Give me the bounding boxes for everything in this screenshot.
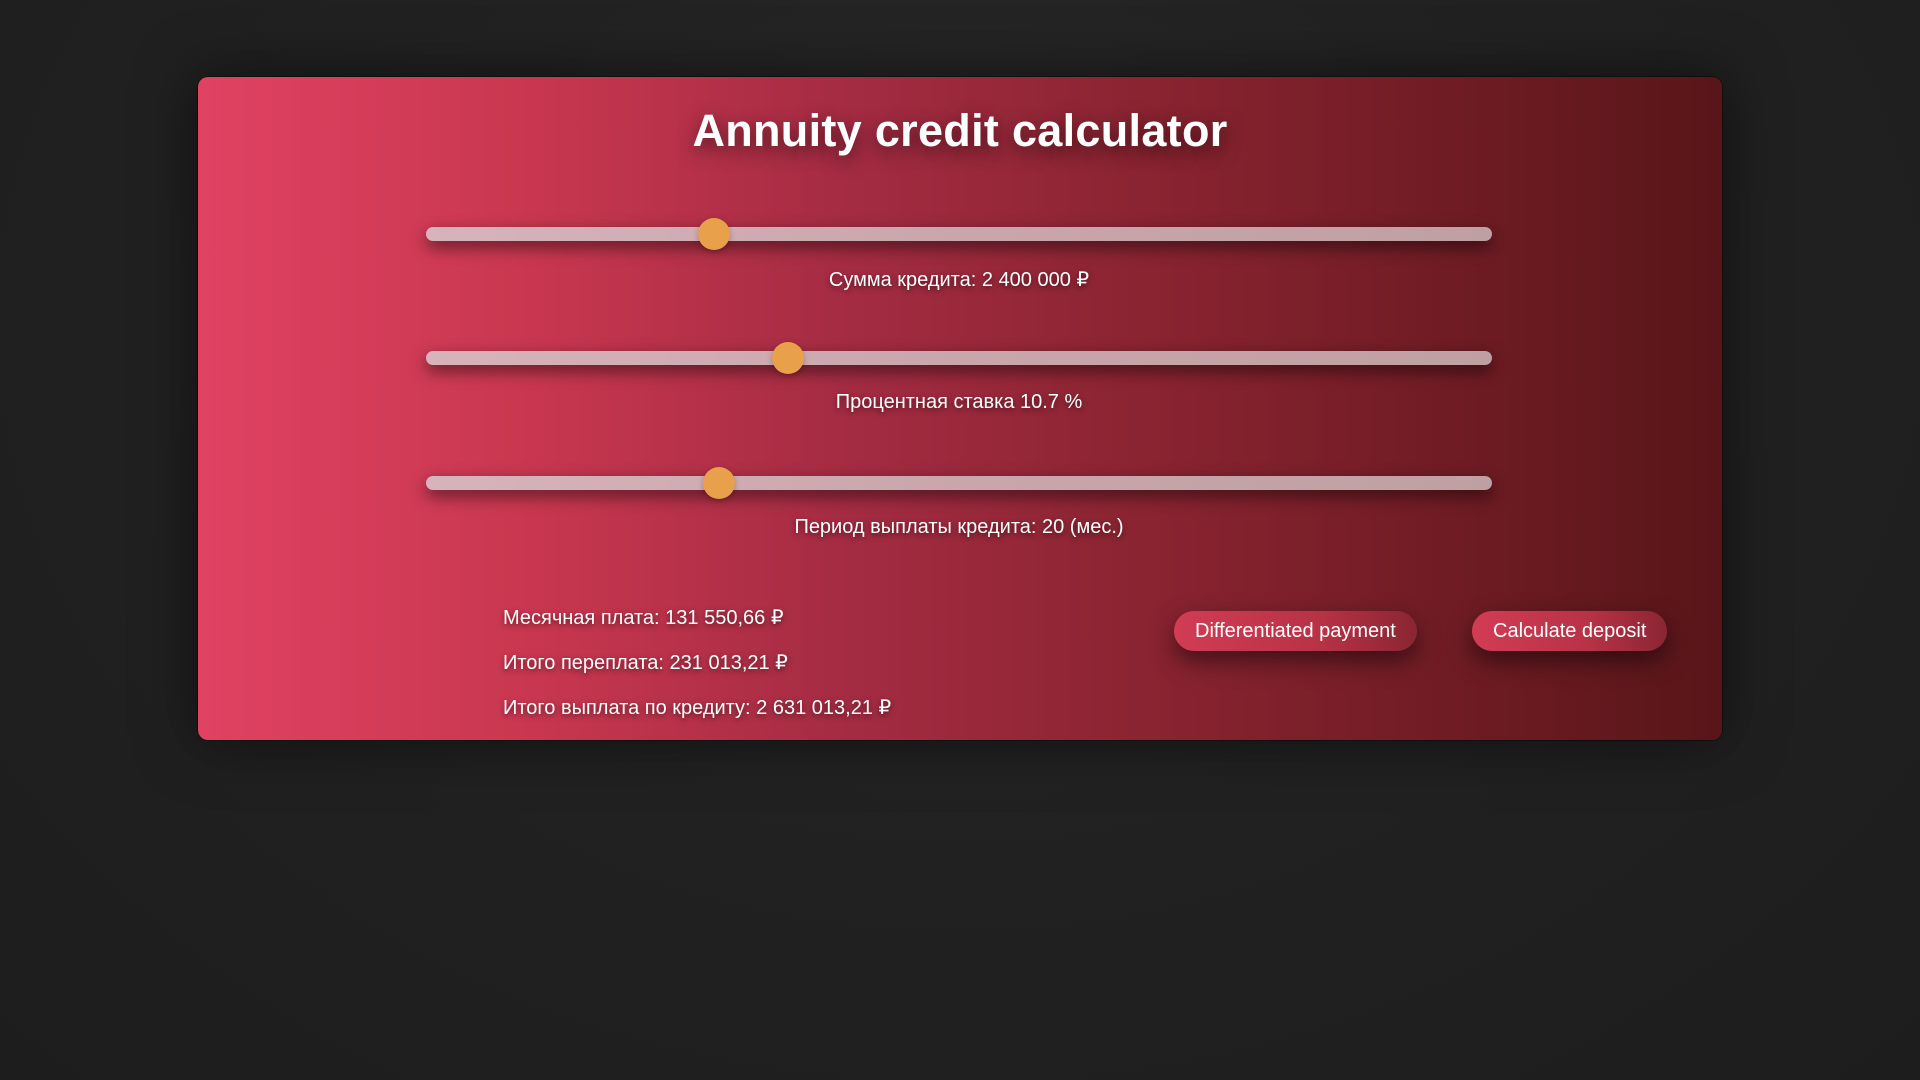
differentiated-payment-button[interactable]: Differentiated payment <box>1174 611 1417 651</box>
loan-amount-label: Сумма кредита: 2 400 000 ₽ <box>828 269 1090 291</box>
loan-amount-slider-group: Сумма кредита: 2 400 000 ₽ <box>426 218 1492 291</box>
loan-amount-slider[interactable] <box>426 218 1492 250</box>
interest-rate-slider[interactable] <box>426 342 1492 374</box>
calculator-card: Annuity credit calculator Сумма кредита:… <box>198 77 1722 740</box>
results-panel: Месячная плата: 131 550,66 ₽ Итого переп… <box>503 605 891 740</box>
interest-rate-label: Процентная ставка 10.7 % <box>835 391 1083 413</box>
loan-period-slider-group: Период выплаты кредита: 20 (мес.) <box>426 467 1492 538</box>
calculate-deposit-button[interactable]: Calculate deposit <box>1472 611 1668 651</box>
loan-period-slider[interactable] <box>426 467 1492 499</box>
loan-period-label: Период выплаты кредита: 20 (мес.) <box>794 516 1124 538</box>
interest-rate-slider-thumb[interactable] <box>772 342 805 374</box>
page-title: Annuity credit calculator <box>692 105 1228 156</box>
interest-rate-slider-group: Процентная ставка 10.7 % <box>426 342 1492 413</box>
loan-amount-slider-thumb[interactable] <box>697 218 730 250</box>
total-overpayment-text: Итого переплата: 231 013,21 ₽ <box>503 652 788 674</box>
monthly-payment-text: Месячная плата: 131 550,66 ₽ <box>503 607 784 629</box>
total-payment-text: Итого выплата по кредиту: 2 631 013,21 ₽ <box>503 697 892 719</box>
loan-period-slider-thumb[interactable] <box>703 467 736 499</box>
